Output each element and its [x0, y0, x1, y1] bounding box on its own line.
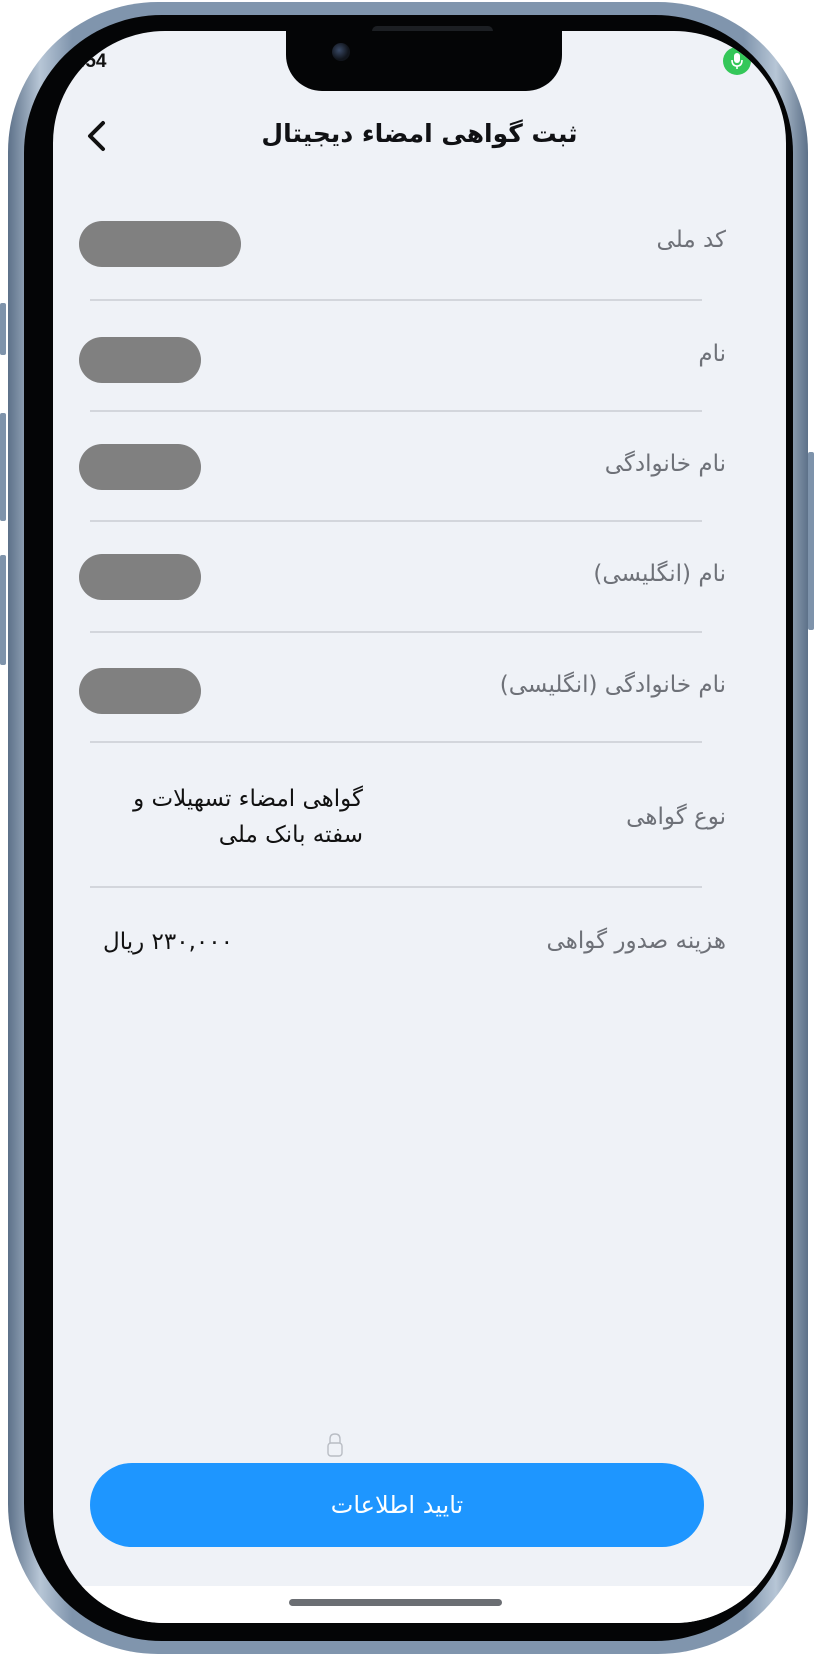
last-name-label: نام خانوادگی — [604, 451, 726, 477]
first-name-label: نام — [698, 341, 726, 367]
last-name-english-label: نام خانوادگی (انگلیسی) — [499, 672, 726, 698]
fee-value: ۲۳۰,۰۰۰ ریال — [103, 929, 233, 955]
volume-up-button — [0, 413, 6, 521]
status-time: :54 — [79, 51, 107, 72]
page-title: ثبت گواهی امضاء دیجیتال — [261, 119, 578, 148]
first-name-english-value-redacted — [79, 554, 201, 600]
certificate-type-line-1: گواهی امضاء تسهیلات و — [133, 786, 363, 812]
certificate-type-value: گواهی امضاء تسهیلات و سفته بانک ملی — [103, 781, 363, 853]
action-button — [0, 303, 6, 355]
divider — [90, 631, 702, 633]
divider — [90, 520, 702, 522]
volume-down-button — [0, 555, 6, 665]
certificate-type-line-2: سفته بانک ملی — [218, 822, 363, 848]
last-name-english-value-redacted — [79, 668, 201, 714]
notch — [286, 31, 562, 91]
divider — [90, 886, 702, 888]
home-indicator[interactable] — [289, 1599, 502, 1606]
divider — [90, 410, 702, 412]
certificate-type-label: نوع گواهی — [626, 804, 726, 830]
national-code-label: کد ملی — [656, 227, 726, 253]
front-camera — [332, 43, 350, 61]
first-name-english-label: نام (انگلیسی) — [593, 561, 726, 587]
confirm-button[interactable]: تایید اطلاعات — [90, 1463, 704, 1547]
national-code-value-redacted — [79, 221, 241, 267]
app-screen: :54 ثبت گواهی امضاء دیجیتال کد ملی نام ن… — [53, 31, 786, 1623]
power-button — [808, 452, 814, 630]
lock-icon — [327, 1433, 343, 1457]
microphone-icon — [723, 47, 751, 75]
divider — [90, 299, 702, 301]
fee-label: هزینه صدور گواهی — [546, 928, 726, 954]
divider — [90, 741, 702, 743]
last-name-value-redacted — [79, 444, 201, 490]
first-name-value-redacted — [79, 337, 201, 383]
